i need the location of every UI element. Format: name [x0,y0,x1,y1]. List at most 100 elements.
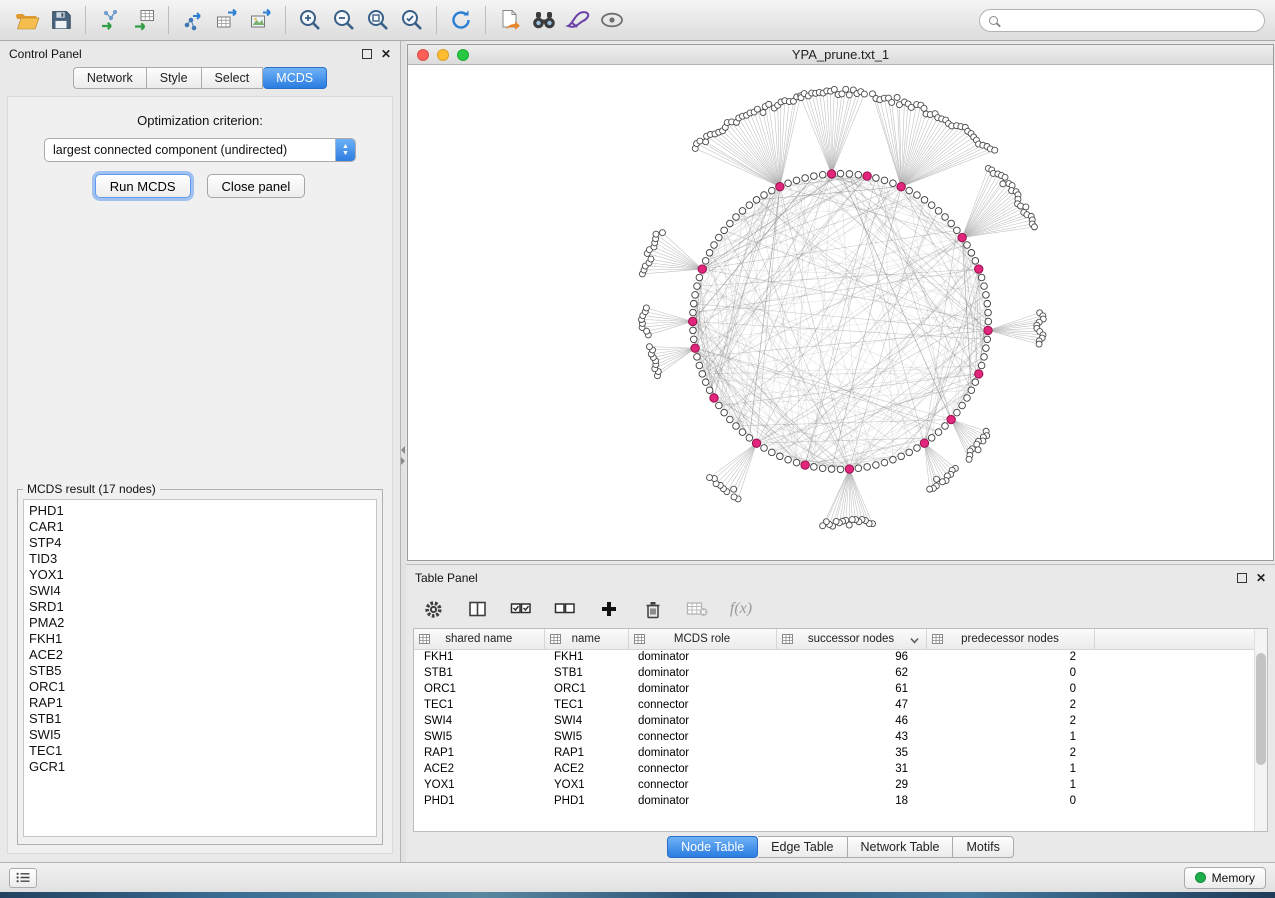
delete-column-button[interactable] [642,598,664,620]
network-canvas[interactable] [408,65,1273,560]
run-mcds-button[interactable]: Run MCDS [95,174,191,198]
criterion-dropdown[interactable]: largest connected component (undirected)… [44,138,356,162]
mcds-result-item[interactable]: GCR1 [29,759,371,775]
collapse-left-icon[interactable] [401,446,405,454]
table-row[interactable]: SWI5SWI5connector431 [414,729,1254,745]
zoom-fit-button[interactable] [361,4,395,36]
table-cell: 96 [776,649,926,665]
maximize-window-button[interactable] [457,49,469,61]
toolbar-separator [436,6,437,34]
show-hide-details-button[interactable] [595,4,629,36]
close-window-button[interactable] [417,49,429,61]
criterion-selected-value: largest connected component (undirected) [45,143,335,157]
close-panel-button[interactable]: ✕ [381,49,391,59]
mcds-result-item[interactable]: STB1 [29,711,371,727]
splitter-collapse-icons[interactable] [401,446,406,465]
table-cell: ORC1 [544,681,628,697]
zoom-in-button[interactable] [293,4,327,36]
table-scrollbar-thumb[interactable] [1256,653,1266,765]
table-cell: 43 [776,729,926,745]
mcds-result-item[interactable]: SRD1 [29,599,371,615]
search-network-button[interactable] [527,4,561,36]
table-cell: 47 [776,697,926,713]
table-row[interactable]: YOX1YOX1connector291 [414,777,1254,793]
mcds-result-item[interactable]: SWI5 [29,727,371,743]
table-cell: 2 [926,649,1094,665]
table-panel-header: Table Panel ✕ [406,565,1275,591]
toolbar-separator [285,6,286,34]
control-panel-tabs: Network Style Select MCDS [0,67,400,89]
table-row[interactable]: SWI4SWI4dominator462 [414,713,1254,729]
tab-select[interactable]: Select [202,67,264,89]
export-network-button[interactable] [176,4,210,36]
mcds-result-item[interactable]: ORC1 [29,679,371,695]
close-table-panel-button[interactable]: ✕ [1256,573,1266,583]
save-session-button[interactable] [44,4,78,36]
table-row[interactable]: RAP1RAP1dominator352 [414,745,1254,761]
table-row[interactable]: ACE2ACE2connector311 [414,761,1254,777]
table-row[interactable]: STB1STB1dominator620 [414,665,1254,681]
copy-share-button[interactable] [493,4,527,36]
tab-edge-table[interactable]: Edge Table [758,836,847,858]
table-scrollbar[interactable] [1254,629,1267,831]
import-table-button[interactable] [127,4,161,36]
toolbar-separator [85,6,86,34]
import-network-button[interactable] [93,4,127,36]
tab-motifs[interactable]: Motifs [953,836,1013,858]
toolbar-separator [485,6,486,34]
column-label: shared name [445,633,512,645]
panel-splitter[interactable] [401,41,406,862]
tab-node-table[interactable]: Node Table [667,836,758,858]
mcds-result-item[interactable]: PMA2 [29,615,371,631]
export-table-button[interactable] [210,4,244,36]
table-row[interactable]: PHD1PHD1dominator180 [414,793,1254,809]
network-window-titlebar[interactable]: YPA_prune.txt_1 [408,45,1273,65]
float-table-panel-button[interactable] [1237,573,1247,583]
table-settings-button[interactable] [422,598,444,620]
tab-style[interactable]: Style [147,67,202,89]
mcds-result-item[interactable]: SWI4 [29,583,371,599]
split-table-button[interactable] [466,598,488,620]
delete-table-button[interactable] [686,598,708,620]
mcds-result-item[interactable]: STP4 [29,535,371,551]
export-image-button[interactable] [244,4,278,36]
mcds-result-item[interactable]: YOX1 [29,567,371,583]
mcds-result-list[interactable]: PHD1CAR1STP4TID3YOX1SWI4SRD1PMA2FKH1ACE2… [23,499,377,837]
column-header-name[interactable]: name [544,629,628,649]
zoom-out-button[interactable] [327,4,361,36]
apply-function-button[interactable]: f(x) [730,598,752,620]
create-column-button[interactable] [598,598,620,620]
mcds-result-item[interactable]: ACE2 [29,647,371,663]
table-row[interactable]: ORC1ORC1dominator610 [414,681,1254,697]
memory-button[interactable]: Memory [1184,867,1266,889]
tab-mcds[interactable]: MCDS [263,67,327,89]
table-row[interactable]: FKH1FKH1dominator962 [414,649,1254,665]
mcds-result-item[interactable]: FKH1 [29,631,371,647]
visual-style-button[interactable] [561,4,595,36]
mcds-result-item[interactable]: TEC1 [29,743,371,759]
tab-network[interactable]: Network [73,67,147,89]
minimize-window-button[interactable] [437,49,449,61]
mcds-result-item[interactable]: STB5 [29,663,371,679]
table-row[interactable]: TEC1TEC1connector472 [414,697,1254,713]
table-cell: 1 [926,729,1094,745]
apply-layout-button[interactable] [444,4,478,36]
show-all-columns-button[interactable] [510,598,532,620]
zoom-selected-button[interactable] [395,4,429,36]
close-panel-action-button[interactable]: Close panel [207,174,306,198]
column-header-successor-nodes[interactable]: successor nodes [776,629,926,649]
column-header-shared-name[interactable]: shared name [414,629,544,649]
expand-right-icon[interactable] [401,457,405,465]
mcds-result-item[interactable]: RAP1 [29,695,371,711]
float-panel-button[interactable] [362,49,372,59]
mcds-result-item[interactable]: PHD1 [29,503,371,519]
search-input[interactable] [1004,13,1255,27]
mcds-result-item[interactable]: CAR1 [29,519,371,535]
tab-network-table[interactable]: Network Table [848,836,954,858]
show-tasks-button[interactable] [9,868,37,888]
column-header-predecessor-nodes[interactable]: predecessor nodes [926,629,1094,649]
mcds-result-item[interactable]: TID3 [29,551,371,567]
column-header-mcds-role[interactable]: MCDS role [628,629,776,649]
open-session-button[interactable] [10,4,44,36]
hide-all-columns-button[interactable] [554,598,576,620]
